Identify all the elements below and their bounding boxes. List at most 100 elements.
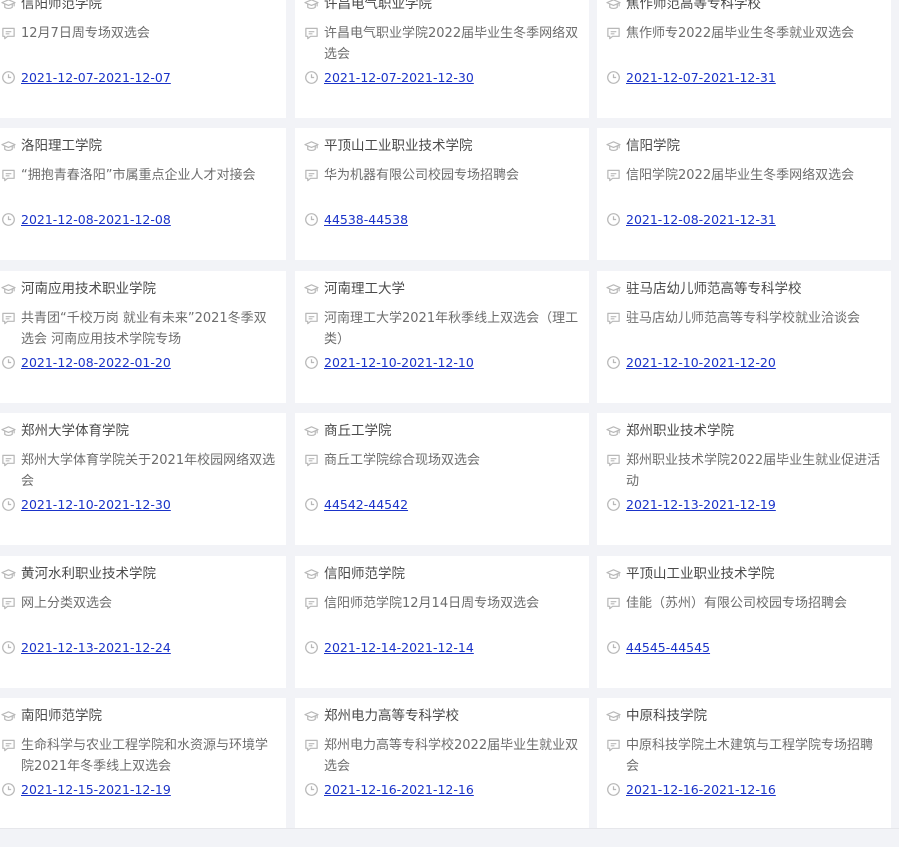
card-event-row: 焦作师专2022届毕业生冬季就业双选会 [605,23,881,65]
school-name[interactable]: 河南理工大学 [324,279,579,300]
job-fair-card[interactable]: 郑州电力高等专科学校 郑州电力高等专科学校2022届毕业生就业双选会 2021-12… [295,698,589,830]
job-fair-card[interactable]: 中原科技学院中原科技学院土木建筑与工程学院专场招聘会 2021-12-16-202… [597,698,891,830]
school-name[interactable]: 平顶山工业职业技术学院 [626,564,881,585]
event-title: 商丘工学院综合现场双选会 [324,453,481,468]
clock-icon [303,494,319,515]
job-fair-card[interactable]: 许昌电气职业学院许昌电气职业学院2022届毕业生冬季网络双选会 2021-12-0… [295,0,589,118]
graduation-cap-icon [303,0,319,15]
school-name[interactable]: 郑州大学体育学院 [21,421,276,442]
job-fair-card[interactable]: 焦作师范高等专科学校焦作师专2022届毕业生冬季就业双选会 2021-12-07-… [597,0,891,118]
job-fair-card[interactable]: 河南应用技术职业学院 共青团“千校万岗 就业有未来”2021冬季双选会 河南应用技… [0,271,286,403]
job-fair-card[interactable]: 平顶山工业职业技术学院佳能（苏州）有限公司校园专场招聘会 44545-44545 [597,556,891,688]
card-school-row: 洛阳理工学院 [0,136,276,157]
event-date-link[interactable]: 2021-12-13-2021-12-19 [626,497,776,512]
event-date-link[interactable]: 2021-12-14-2021-12-14 [324,640,474,655]
chat-bubble-icon [605,165,621,186]
card-event-row: 驻马店幼儿师范高等专科学校就业洽谈会 [605,308,881,350]
event-date-link[interactable]: 2021-12-07-2021-12-07 [21,70,171,85]
job-fair-card[interactable]: 河南理工大学河南理工大学2021年秋季线上双选会（理工类） 2021-12-10-… [295,271,589,403]
card-date-row: 2021-12-10-2021-12-30 [0,494,276,516]
school-name[interactable]: 郑州职业技术学院 [626,421,881,442]
school-name[interactable]: 郑州电力高等专科学校 [324,706,579,727]
card-date-row: 2021-12-08-2021-12-08 [0,209,276,231]
card-event-row: 信阳学院2022届毕业生冬季网络双选会 [605,165,881,207]
graduation-cap-icon [303,421,319,442]
job-fair-card[interactable]: 信阳学院信阳学院2022届毕业生冬季网络双选会 2021-12-08-2021-1… [597,128,891,260]
event-date-link[interactable]: 2021-12-16-2021-12-16 [626,782,776,797]
card-date-row: 2021-12-08-2022-01-20 [0,352,276,374]
chat-bubble-icon [0,165,16,186]
school-name[interactable]: 焦作师范高等专科学校 [626,0,881,15]
school-name[interactable]: 南阳师范学院 [21,706,276,727]
card-school-row: 河南理工大学 [303,279,579,300]
clock-icon [303,352,319,373]
school-name[interactable]: 黄河水利职业技术学院 [21,564,276,585]
card-date-row: 2021-12-07-2021-12-07 [0,67,276,89]
card-school-row: 商丘工学院 [303,421,579,442]
school-name[interactable]: 信阳学院 [626,136,881,157]
clock-icon [303,209,319,230]
school-name[interactable]: 驻马店幼儿师范高等专科学校 [626,279,881,300]
card-date-row: 2021-12-16-2021-12-16 [605,779,881,801]
event-title: 网上分类双选会 [21,596,113,611]
job-fair-card[interactable]: 商丘工学院商丘工学院综合现场双选会 44542-44542 [295,413,589,545]
event-date-link[interactable]: 2021-12-13-2021-12-24 [21,640,171,655]
event-title: 许昌电气职业学院2022届毕业生冬季网络双选会 [324,26,579,62]
event-date-link[interactable]: 2021-12-07-2021-12-30 [324,70,474,85]
school-name[interactable]: 中原科技学院 [626,706,881,727]
school-name[interactable]: 信阳师范学院 [21,0,276,15]
chat-bubble-icon [0,308,16,329]
chat-bubble-icon [605,735,621,756]
card-date-row: 2021-12-10-2021-12-10 [303,352,579,374]
chat-bubble-icon [303,308,319,329]
card-date-row: 44538-44538 [303,209,579,231]
graduation-cap-icon [303,279,319,300]
job-fair-card[interactable]: 黄河水利职业技术学院网上分类双选会 2021-12-13-2021-12-24 [0,556,286,688]
card-school-row: 焦作师范高等专科学校 [605,0,881,15]
job-fair-card[interactable]: 洛阳理工学院 “拥抱青春洛阳”市属重点企业人才对接会 2021-12-08-2021… [0,128,286,260]
school-name[interactable]: 商丘工学院 [324,421,579,442]
chat-bubble-icon [0,23,16,44]
event-date-link[interactable]: 2021-12-16-2021-12-16 [324,782,474,797]
card-school-row: 许昌电气职业学院 [303,0,579,15]
event-title: 12月7日周专场双选会 [21,26,150,41]
job-fair-card[interactable]: 平顶山工业职业技术学院 华为机器有限公司校园专场招聘会 44538-44538 [295,128,589,260]
school-name[interactable]: 信阳师范学院 [324,564,579,585]
event-title: 佳能（苏州）有限公司校园专场招聘会 [626,596,848,611]
chat-bubble-icon [605,593,621,614]
graduation-cap-icon [605,136,621,157]
event-title: 信阳师范学院12月14日周专场双选会 [324,596,540,611]
card-date-row: 2021-12-08-2021-12-31 [605,209,881,231]
event-date-link[interactable]: 2021-12-10-2021-12-30 [21,497,171,512]
event-date-link[interactable]: 2021-12-10-2021-12-10 [324,355,474,370]
job-fair-card[interactable]: 郑州职业技术学院 郑州职业技术学院2022届毕业生就业促进活动 2021-12-13… [597,413,891,545]
event-date-link[interactable]: 2021-12-08-2021-12-31 [626,212,776,227]
event-date-link[interactable]: 44538-44538 [324,212,408,227]
event-date-link[interactable]: 44545-44545 [626,640,710,655]
school-name[interactable]: 许昌电气职业学院 [324,0,579,15]
card-school-row: 平顶山工业职业技术学院 [605,564,881,585]
card-event-row: 12月7日周专场双选会 [0,23,276,65]
clock-icon [605,779,621,800]
event-title: 河南理工大学2021年秋季线上双选会（理工类） [324,311,579,347]
job-fair-card[interactable]: 信阳师范学院信阳师范学院12月14日周专场双选会 2021-12-14-2021-… [295,556,589,688]
job-fair-card[interactable]: 信阳师范学院 12月7日周专场双选会 2021-12-07-2021-12-07 [0,0,286,118]
card-event-row: 网上分类双选会 [0,593,276,635]
event-date-link[interactable]: 2021-12-08-2021-12-08 [21,212,171,227]
event-date-link[interactable]: 2021-12-08-2022-01-20 [21,355,171,370]
card-event-row: 信阳师范学院12月14日周专场双选会 [303,593,579,635]
chat-bubble-icon [0,593,16,614]
school-name[interactable]: 洛阳理工学院 [21,136,276,157]
job-fair-card[interactable]: 南阳师范学院 生命科学与农业工程学院和水资源与环境学院2021年冬季线上双选会 20… [0,698,286,830]
card-date-row: 44545-44545 [605,637,881,659]
event-date-link[interactable]: 44542-44542 [324,497,408,512]
job-fair-card[interactable]: 驻马店幼儿师范高等专科学校驻马店幼儿师范高等专科学校就业洽谈会 2021-12-1… [597,271,891,403]
school-name[interactable]: 河南应用技术职业学院 [21,279,276,300]
card-school-row: 信阳学院 [605,136,881,157]
event-date-link[interactable]: 2021-12-15-2021-12-19 [21,782,171,797]
job-fair-card[interactable]: 郑州大学体育学院 郑州大学体育学院关于2021年校园网络双选会 2021-12-10… [0,413,286,545]
event-date-link[interactable]: 2021-12-07-2021-12-31 [626,70,776,85]
card-event-row: 中原科技学院土木建筑与工程学院专场招聘会 [605,735,881,777]
event-date-link[interactable]: 2021-12-10-2021-12-20 [626,355,776,370]
school-name[interactable]: 平顶山工业职业技术学院 [324,136,579,157]
